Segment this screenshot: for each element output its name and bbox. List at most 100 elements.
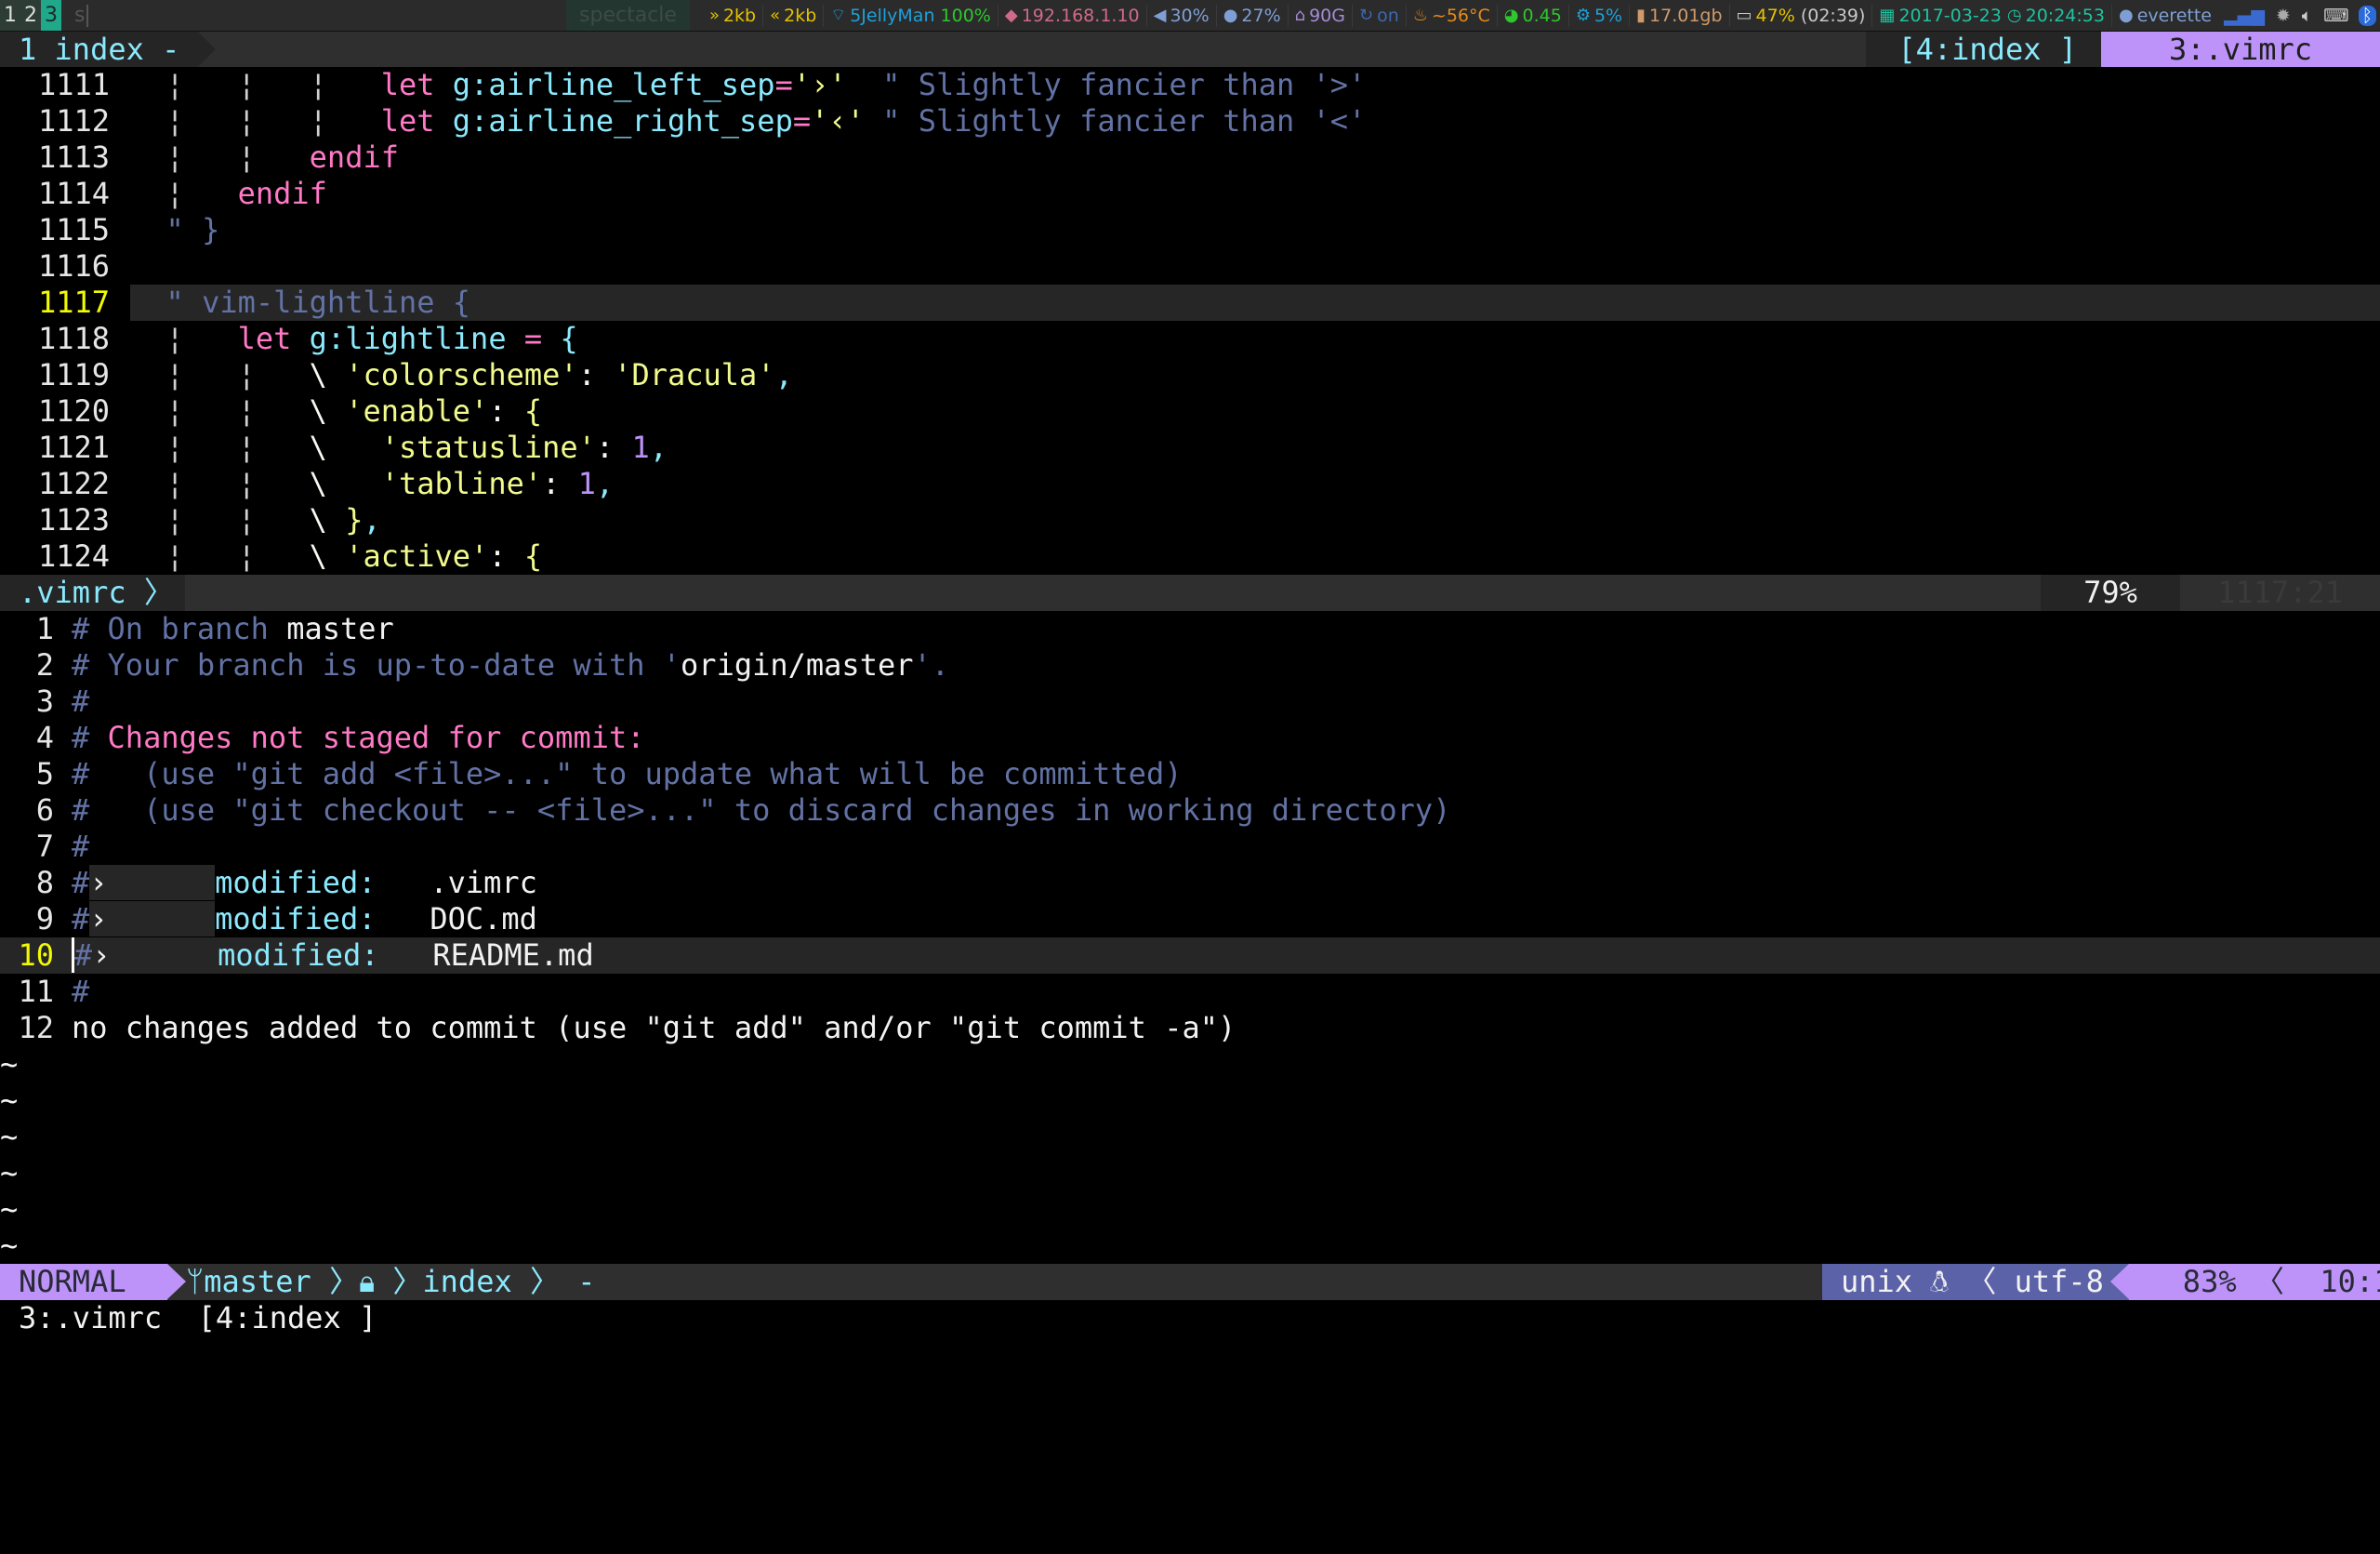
workspace-1[interactable]: 1 — [0, 0, 20, 31]
ip-address: 192.168.1.10 — [1021, 5, 1140, 26]
empty-line-tilde: ~ — [0, 1046, 19, 1082]
user-widget[interactable]: ● everette — [2112, 5, 2218, 27]
wifi-widget: ⌔ 5JellyMan 100% — [824, 4, 998, 27]
empty-line-tilde: ~ — [0, 1155, 19, 1190]
commit-line[interactable]: 3 # — [0, 684, 2380, 720]
commit-token: # Your branch is up-to-date with ' — [72, 647, 681, 683]
code-token: " vim-lightline { — [165, 285, 471, 320]
code-line[interactable]: 1118 ¦ let g:lightline = { — [0, 321, 2380, 357]
line-number: 1119 — [37, 357, 110, 392]
statusline-filename: .vimrc 〉 — [0, 575, 185, 611]
code-line[interactable]: 1113 ¦ ¦ endif — [0, 139, 2380, 176]
commit-token: modified: — [215, 865, 377, 900]
download-chevron-icon: » — [708, 6, 720, 25]
editor-window-vimrc[interactable]: 1111 ¦ ¦ ¦ let g:airline_left_sep='›' " … — [0, 67, 2380, 575]
line-content: ¦ ¦ \ 'colorscheme': 'Dracula', — [130, 357, 793, 392]
tag-icon: ◆ — [1004, 6, 1018, 25]
line-number: 1122 — [37, 466, 110, 501]
commit-line[interactable]: 7 # — [0, 829, 2380, 865]
window-button-spectacle[interactable]: spectacle — [566, 0, 690, 31]
code-token: { — [560, 321, 578, 356]
commit-line[interactable]: 9 #› modified: DOC.md — [0, 901, 2380, 937]
user-name: everette — [2136, 5, 2212, 26]
code-token: 'colorscheme' — [345, 357, 578, 392]
mic-widget[interactable]: ● 27% — [1217, 4, 1289, 27]
position-info: 83% 〈 10:1 — [2129, 1264, 2380, 1300]
editor-window-gitcommit[interactable]: 1 # On branch master 2 # Your branch is up-… — [0, 611, 2380, 1264]
workspace-3[interactable]: 3 — [41, 0, 61, 31]
commit-token: # — [72, 974, 90, 1009]
battery-widget: ▭ 47% (02:39) — [1730, 4, 1873, 27]
line-content: ¦ ¦ endif — [130, 139, 399, 175]
microphone-icon: ● — [1223, 6, 1238, 25]
workspace-2[interactable]: 2 — [20, 0, 41, 31]
command-line[interactable]: 3:.vimrc [4:index ] — [0, 1300, 2380, 1336]
tab-vimrc[interactable]: 3:.vimrc — [2101, 32, 2380, 67]
code-token: : — [595, 430, 632, 465]
tabline-buffer-label[interactable]: 1 index - — [0, 32, 199, 67]
speaker-tray-icon[interactable]: 🔈︎ — [2302, 6, 2312, 26]
commit-token: # — [72, 865, 90, 900]
indent-guide — [130, 212, 166, 247]
commit-line[interactable]: 5 # (use "git add <file>..." to update wh… — [0, 756, 2380, 792]
commit-line[interactable]: 12 no changes added to commit (use "git a… — [0, 1010, 2380, 1046]
mode-separator — [167, 1264, 186, 1299]
commit-line[interactable]: 10 #› modified: README.md — [0, 937, 2380, 974]
commit-line[interactable]: 1 # On branch master — [0, 611, 2380, 647]
code-token: g:airline_left_sep — [452, 67, 775, 102]
line-content: ¦ let g:lightline = { — [130, 321, 578, 356]
file-info: unix 🐧︎ 〈 utf-8 〈 gitcommit ≣ — [1822, 1264, 2366, 1300]
code-line[interactable]: 1124 ¦ ¦ \ 'active': { — [0, 538, 2380, 575]
code-line[interactable]: 1123 ¦ ¦ \ }, — [0, 502, 2380, 538]
commit-token: modified: — [218, 937, 379, 973]
empty-line-tilde: ~ — [0, 1082, 19, 1118]
tab-index[interactable]: [4:index ] — [1866, 32, 2101, 67]
commit-line[interactable]: 8 #› modified: .vimrc — [0, 865, 2380, 901]
code-line[interactable]: 1121 ¦ ¦ \ 'statusline': 1, — [0, 430, 2380, 466]
code-token: 'statusline' — [380, 430, 596, 465]
code-token: " } — [165, 212, 220, 247]
indent-guide: ¦ ¦ ¦ — [130, 67, 381, 102]
code-line[interactable]: 1119 ¦ ¦ \ 'colorscheme': 'Dracula', — [0, 357, 2380, 393]
code-line[interactable]: 1112 ¦ ¦ ¦ let g:airline_right_sep='‹' "… — [0, 103, 2380, 139]
code-line[interactable]: 1122 ¦ ¦ \ 'tabline': 1, — [0, 466, 2380, 502]
code-token: \ — [309, 430, 381, 465]
date-widget[interactable]: ▦ 2017-03-23 ◷ 20:24:53 — [1872, 4, 2112, 27]
mode-indicator: NORMAL — [0, 1264, 167, 1300]
line-number: 1120 — [37, 393, 110, 429]
settings-gear-icon[interactable]: ✹ — [2276, 6, 2291, 26]
statusline-percent: 79% — [2041, 575, 2180, 611]
run-prompt-input[interactable]: s — [74, 4, 89, 27]
load-value: 0.45 — [1522, 5, 1562, 26]
commit-line[interactable]: 2 # Your branch is up-to-date with 'origi… — [0, 647, 2380, 684]
indent-guide: ¦ ¦ — [130, 357, 310, 392]
line-number: 3 — [35, 684, 54, 719]
line-number: 10 — [18, 937, 54, 973]
commit-token: origin/master — [681, 647, 914, 683]
keyboard-icon[interactable]: ⌨ — [2323, 6, 2348, 26]
code-token: = — [523, 321, 561, 356]
code-line[interactable]: 1114 ¦ endif — [0, 176, 2380, 212]
percent-text: 83% — [2182, 1264, 2237, 1299]
code-line[interactable]: 1117 " vim-lightline { — [0, 285, 2380, 321]
commit-line[interactable]: 11 # — [0, 974, 2380, 1010]
memory-widget: ▮ 17.01gb — [1630, 4, 1730, 27]
code-line[interactable]: 1115 " } — [0, 212, 2380, 248]
empty-line-tilde: ~ — [0, 1119, 19, 1154]
vim-tabline: 1 index - [4:index ] 3:.vimrc — [0, 32, 2380, 67]
bluetooth-icon[interactable]: ᛒ — [2358, 5, 2376, 26]
line-content: ¦ ¦ ¦ let g:airline_left_sep='›' " Sligh… — [130, 67, 1367, 102]
code-token: let — [380, 103, 453, 139]
date-value: 2017-03-23 — [1898, 5, 2002, 26]
upload-chevron-icon: « — [770, 6, 781, 25]
signal-bars-icon[interactable]: ▂▄▆ — [2224, 6, 2265, 26]
commit-token: README.md — [378, 937, 594, 973]
volume-widget[interactable]: ◀ 30% — [1147, 4, 1217, 27]
code-line[interactable]: 1111 ¦ ¦ ¦ let g:airline_left_sep='›' " … — [0, 67, 2380, 103]
code-token: : — [488, 538, 524, 574]
commit-line[interactable]: 6 # (use "git checkout -- <file>..." to d… — [0, 792, 2380, 829]
code-line[interactable]: 1120 ¦ ¦ \ 'enable': { — [0, 393, 2380, 430]
code-line[interactable]: 1116 — [0, 248, 2380, 285]
commit-line[interactable]: 4 # Changes not staged for commit: — [0, 720, 2380, 756]
git-branch[interactable]: ᛘmaster 〉🔒︎ 〉index 〉 - — [186, 1264, 596, 1300]
